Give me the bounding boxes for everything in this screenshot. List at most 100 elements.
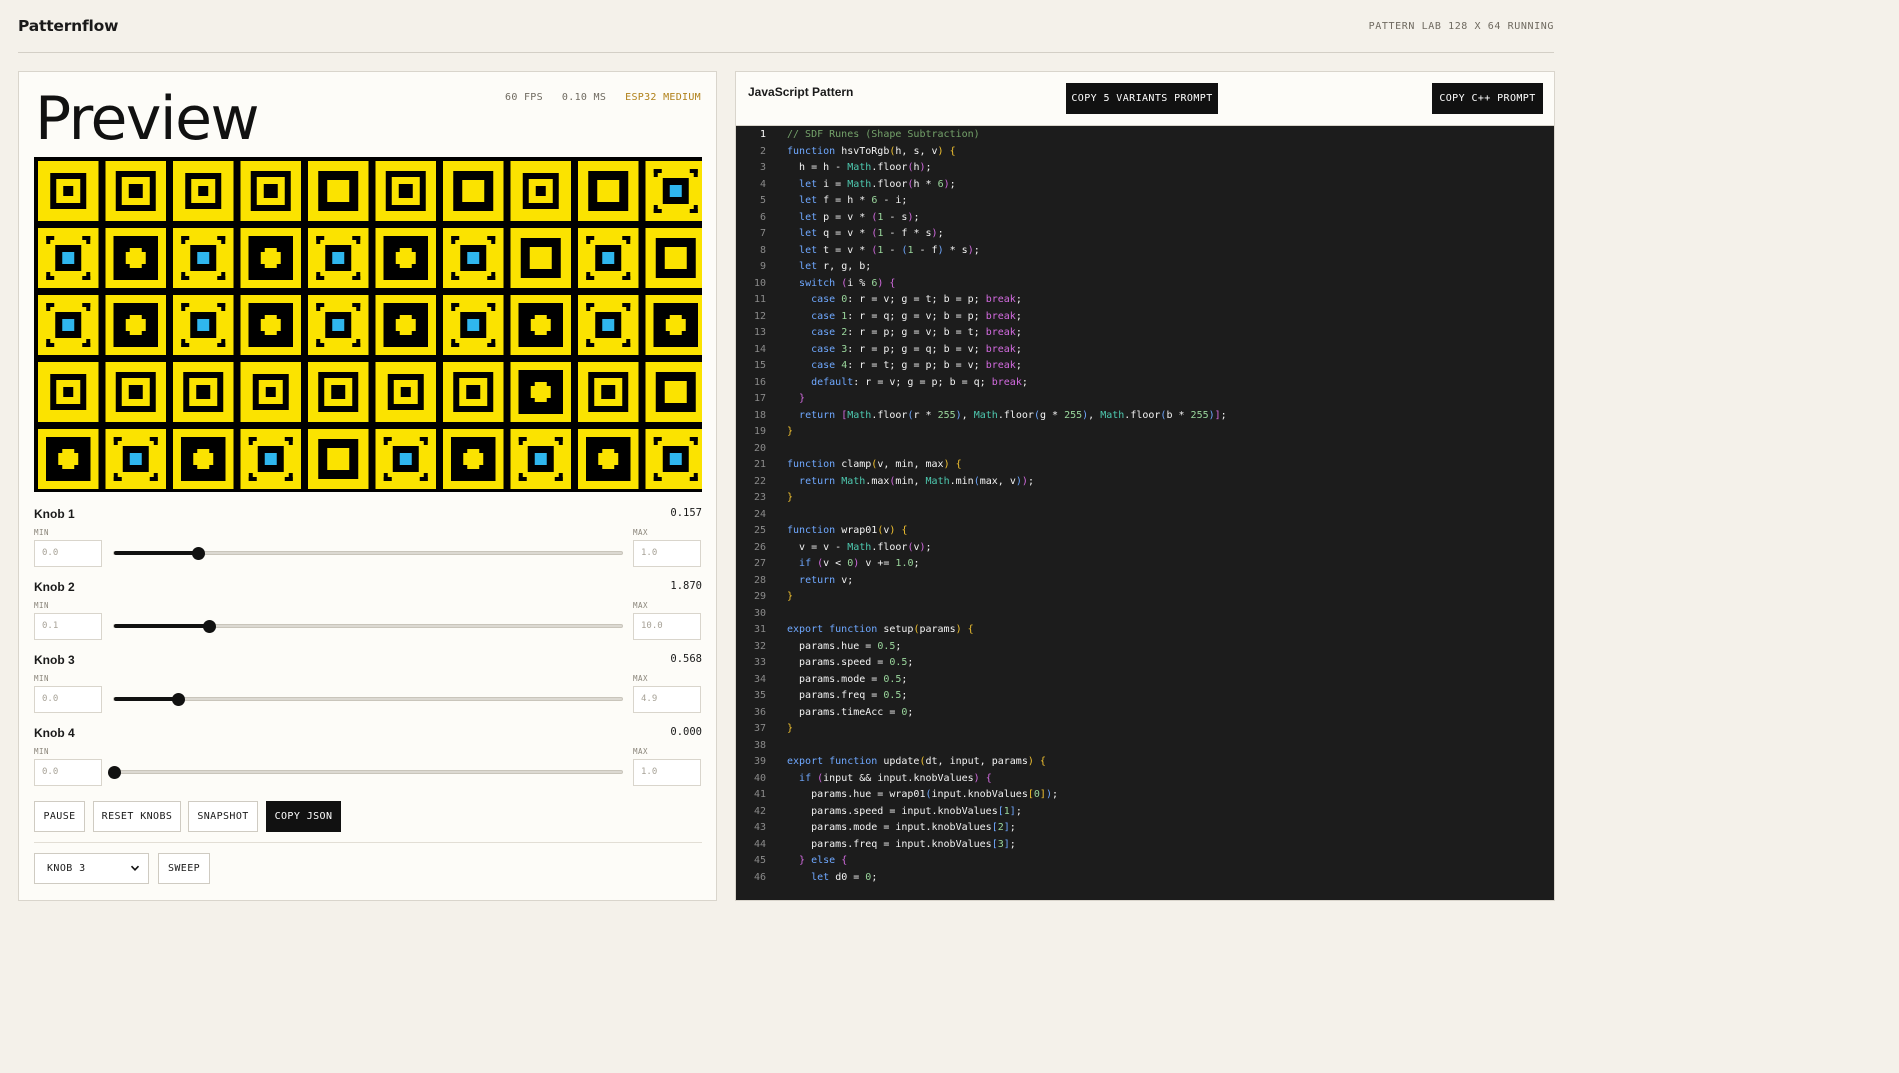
pattern-corner [86,236,91,244]
pattern-rune-core [467,319,480,331]
copy-cpp-prompt-button[interactable]: COPY C++ PROMPT [1432,83,1543,114]
code-token: switch [799,277,842,289]
max-input[interactable]: 1.0 [633,759,701,786]
pattern-corner [356,303,361,311]
knob-slider[interactable] [113,620,623,633]
code-token: ; [913,558,920,569]
pattern-rune-core [669,185,682,197]
pattern-dot [601,385,616,399]
pattern-plus [129,315,142,335]
knob-select[interactable]: KNOB 3 [34,853,149,884]
knob-label: Knob 2 [34,580,75,594]
knob-slider[interactable] [113,547,623,560]
code-token: p = v * [823,211,872,223]
knob-slider[interactable] [108,766,623,779]
pattern-dot [128,184,143,198]
code-line: 26 v = v - Math.floor(v); [736,540,932,557]
pattern-dot [63,186,74,196]
pattern-plus [534,382,547,402]
reset-knobs-button[interactable]: RESET KNOBS [93,801,181,832]
pattern-corner [586,272,591,280]
slider-thumb[interactable] [203,620,217,633]
slider-thumb[interactable] [192,547,206,560]
pattern-corner [356,339,361,347]
line-number: 32 [753,640,766,652]
line-number: 31 [753,624,766,635]
pattern-corner [491,303,496,311]
knob-slider[interactable] [113,693,623,706]
pattern-plus [264,248,277,268]
max-input[interactable]: 4.9 [633,686,701,713]
pattern-plus [129,248,142,268]
code-token: } [787,723,794,734]
max-input[interactable]: 10.0 [633,613,701,640]
pattern-dot [398,184,413,198]
code-token: update [883,756,920,767]
code-token: ; [937,228,944,239]
code-token: { [955,459,962,470]
slider-thumb[interactable] [108,766,121,779]
device-badge: ESP32 MEDIUM [625,92,701,103]
max-label: MAX [633,747,649,756]
code-token: : r = v; g = p; b = q; [853,376,992,388]
snapshot-button[interactable]: SNAPSHOT [188,801,258,832]
min-label: MIN [34,674,50,683]
max-label: MAX [633,528,649,537]
pattern-corner [383,437,388,445]
code-token: ; [901,673,908,685]
pattern-corner [86,339,91,347]
pause-button[interactable]: PAUSE [34,801,85,832]
copy-json-button[interactable]: COPY JSON [266,801,341,832]
line-number: 38 [753,739,766,751]
code-token: .max [865,475,890,487]
pattern-corner [558,437,563,445]
code-editor[interactable]: 1 // SDF Runes (Shape Subtraction) 2 functi… [736,127,1554,900]
code-token: return [799,475,842,487]
min-input[interactable]: 0.0 [34,540,102,567]
line-number: 46 [753,871,766,883]
sweep-button[interactable]: SWEEP [158,853,210,884]
code-token: break [991,376,1022,388]
line-number: 44 [753,838,766,850]
code-token: b * [1166,409,1191,421]
pattern-corner [451,339,456,347]
code-line: 10 switch (i % 6) { [736,276,896,293]
code-token: Math [973,409,998,421]
pattern-dot [400,387,411,397]
min-input[interactable]: 0.0 [34,759,102,786]
code-line: 35 params.freq = 0.5; [736,688,907,705]
pattern-corner [181,272,186,280]
code-token: ; [871,871,878,883]
pattern-corner [221,303,226,311]
line-number: 1 [759,129,766,140]
pattern-render [34,157,702,492]
code-line: 44 params.freq = input.knobValues[3]; [736,837,1016,854]
pattern-corner [626,236,631,244]
pattern-rune-core [332,252,345,264]
max-input[interactable]: 1.0 [633,540,701,567]
pattern-corner [518,473,523,481]
min-input[interactable]: 0.0 [34,686,102,713]
knob-label: Knob 4 [34,726,75,740]
min-input[interactable]: 0.1 [34,613,102,640]
code-line: 36 params.timeAcc = 0; [736,705,914,722]
pattern-canvas[interactable] [34,157,702,492]
code-line: 29} [736,589,793,606]
code-token: break [985,310,1016,322]
pattern-corner [626,339,631,347]
line-number: 30 [753,607,766,619]
code-token: params.mode = [787,673,884,685]
code-token: wrap01 [841,525,878,536]
slider-thumb[interactable] [171,693,185,706]
pattern-corner [316,303,321,311]
pattern-dot [466,385,481,399]
copy-variants-prompt-button[interactable]: COPY 5 VARIANTS PROMPT [1066,83,1218,114]
code-line: 12 case 1: r = q; g = v; b = p; break; [736,309,1022,326]
pattern-corner [693,473,698,481]
code-token: .floor [871,409,908,421]
line-number: 2 [759,145,766,157]
